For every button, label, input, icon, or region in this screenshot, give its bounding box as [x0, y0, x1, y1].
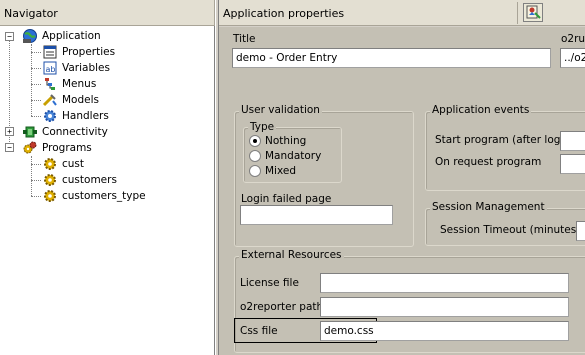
collapse-application-icon[interactable]: − — [5, 32, 14, 41]
radio-nothing-label: Nothing — [265, 135, 307, 147]
radio-mandatory-button[interactable] — [249, 150, 261, 162]
license-file-label: License file — [240, 277, 299, 289]
radio-nothing[interactable]: Nothing — [249, 135, 306, 149]
program-gear-icon — [42, 172, 58, 188]
tree-item-label: Handlers — [62, 110, 109, 122]
tree-line — [31, 164, 41, 165]
tree-item-application[interactable]: Application — [22, 28, 101, 44]
tree-item-label: Variables — [62, 62, 110, 74]
application-events-legend: Application events — [430, 104, 532, 116]
program-gear-icon — [42, 156, 58, 172]
on-request-program-field[interactable] — [560, 154, 585, 174]
session-timeout-field[interactable] — [576, 221, 585, 241]
external-resources-legend: External Resources — [239, 249, 344, 261]
o2reporter-path-field[interactable] — [320, 297, 569, 317]
radio-nothing-button[interactable] — [249, 135, 261, 147]
tree-item-models[interactable]: Models — [42, 92, 99, 108]
tree-item-properties[interactable]: Properties — [42, 44, 115, 60]
session-timeout-label: Session Timeout (minutes) — [440, 224, 581, 236]
o2reporter-path-label: o2reporter path — [240, 301, 324, 313]
programs-icon — [22, 140, 38, 156]
connectivity-icon — [22, 124, 38, 140]
menus-icon — [42, 76, 58, 92]
navigator-tree[interactable]: − + − Application Properties ab Variable… — [0, 26, 215, 355]
tree-line — [31, 100, 41, 101]
properties-icon — [42, 44, 58, 60]
tree-item-label: Menus — [62, 78, 97, 90]
expand-connectivity-icon[interactable]: + — [5, 127, 14, 136]
tree-item-label: Application — [42, 30, 101, 42]
user-validation-legend: User validation — [239, 104, 322, 116]
tree-item-programs[interactable]: Programs — [22, 140, 92, 156]
tree-item-label: cust — [62, 158, 85, 170]
login-failed-label: Login failed page — [241, 193, 332, 205]
tree-item-label: Properties — [62, 46, 116, 58]
tree-item-label: customers — [62, 174, 117, 186]
header-divider — [517, 2, 518, 24]
css-file-field[interactable]: demo.css — [320, 321, 569, 341]
start-program-field[interactable] — [560, 131, 585, 151]
program-gear-icon — [42, 188, 58, 204]
tree-line — [31, 156, 32, 196]
title-label: Title — [233, 33, 256, 45]
login-failed-field[interactable] — [240, 205, 393, 225]
properties-panel: Title demo - Order Entry o2run ../o2 Use… — [219, 27, 585, 355]
tree-line — [31, 44, 32, 116]
svg-text:ab: ab — [46, 65, 56, 74]
tree-item-label: customers_type — [62, 190, 146, 202]
tree-item-label: Connectivity — [42, 126, 108, 138]
tree-line — [31, 196, 41, 197]
tree-item-handlers[interactable]: Handlers — [42, 108, 109, 124]
tree-item-label: Models — [62, 94, 99, 106]
radio-mixed-label: Mixed — [265, 165, 296, 177]
tree-item-customers-type[interactable]: customers_type — [42, 188, 146, 204]
variables-icon: ab — [42, 60, 58, 76]
tree-item-customers[interactable]: customers — [42, 172, 117, 188]
tree-line — [31, 116, 41, 117]
tree-line — [31, 68, 41, 69]
tree-line — [31, 180, 41, 181]
title-field[interactable]: demo - Order Entry — [232, 48, 551, 68]
tree-item-menus[interactable]: Menus — [42, 76, 96, 92]
radio-mixed[interactable]: Mixed — [249, 165, 296, 179]
run-application-button[interactable] — [523, 3, 543, 22]
o2run-field[interactable]: ../o2 — [560, 48, 585, 68]
session-management-legend: Session Management — [430, 201, 547, 213]
navigator-header: Navigator — [0, 0, 215, 26]
properties-title: Application properties — [223, 7, 345, 20]
navigator-title: Navigator — [4, 7, 58, 20]
collapse-programs-icon[interactable]: − — [5, 143, 14, 152]
radio-mandatory[interactable]: Mandatory — [249, 150, 321, 164]
application-events-group — [425, 111, 585, 191]
run-application-icon — [526, 5, 541, 19]
on-request-program-label: On request program — [435, 156, 542, 168]
tree-item-label: Programs — [42, 142, 92, 154]
tree-line — [31, 84, 41, 85]
tree-item-cust[interactable]: cust — [42, 156, 84, 172]
globe-app-icon — [22, 28, 38, 44]
tree-line — [31, 52, 41, 53]
properties-header: Application properties — [219, 0, 585, 26]
o2run-label: o2run — [561, 33, 585, 45]
type-legend: Type — [248, 121, 277, 133]
license-file-field[interactable] — [320, 273, 569, 293]
radio-mandatory-label: Mandatory — [265, 150, 322, 162]
models-icon — [42, 92, 58, 108]
tree-item-variables[interactable]: ab Variables — [42, 60, 110, 76]
gear-icon — [42, 108, 58, 124]
radio-mixed-button[interactable] — [249, 165, 261, 177]
tree-item-connectivity[interactable]: Connectivity — [22, 124, 108, 140]
css-file-label: Css file — [240, 325, 278, 337]
start-program-label: Start program (after login) — [435, 134, 575, 146]
